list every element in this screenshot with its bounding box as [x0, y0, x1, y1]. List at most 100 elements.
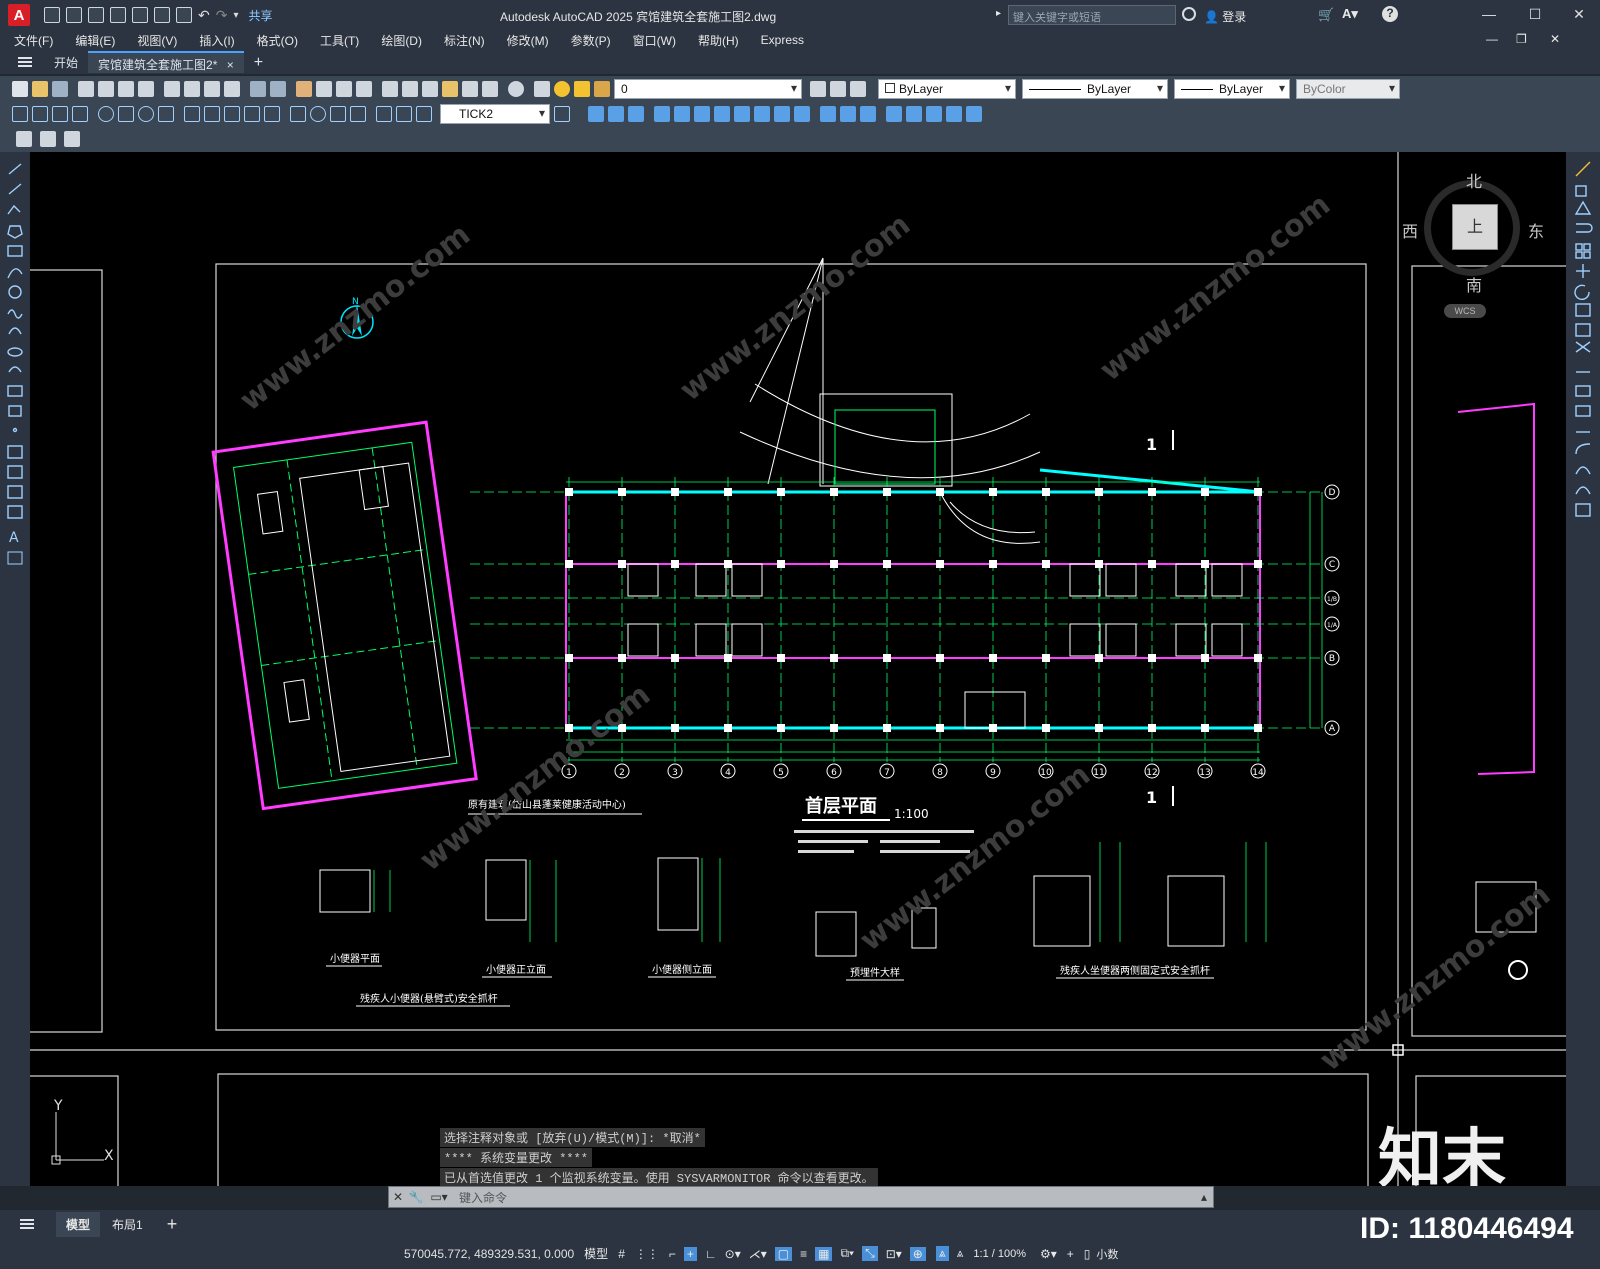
undo-icon[interactable]: ↶	[198, 7, 210, 24]
center-mark-icon[interactable]	[310, 106, 326, 122]
share-button[interactable]: 共享	[249, 7, 273, 24]
viewcube[interactable]: 上 北 南 西 东 WCS	[1400, 162, 1544, 318]
layer-properties-icon[interactable]	[534, 81, 550, 97]
tab-model[interactable]: 模型	[56, 1211, 101, 1237]
sheet-set-icon[interactable]	[442, 81, 458, 97]
draw-tool-icons[interactable]: A	[0, 152, 30, 592]
add-layout-button[interactable]: +	[155, 1210, 190, 1239]
model-space-button[interactable]: 模型	[584, 1245, 608, 1262]
blend-icon[interactable]	[906, 106, 922, 122]
linear-dim-icon[interactable]	[12, 106, 28, 122]
customize-qa-icon[interactable]: ▾	[233, 10, 238, 21]
units-dropdown[interactable]: 小数	[1096, 1246, 1118, 1262]
login-button[interactable]: 👤 登录	[1204, 8, 1246, 25]
wcs-menu-button[interactable]: WCS	[1444, 304, 1486, 318]
ucs-dynamic-icon[interactable]: ⊡▾	[886, 1247, 902, 1261]
new-file-icon[interactable]	[44, 7, 60, 23]
dim-space-icon[interactable]	[244, 106, 260, 122]
annotation-monitor-icon[interactable]: +	[1067, 1247, 1074, 1261]
edit-polyline-icon[interactable]	[966, 106, 982, 122]
ordinate-dim-icon[interactable]	[72, 106, 88, 122]
layer-on-icon[interactable]	[554, 81, 570, 97]
lineweight-toggle-icon[interactable]: ≡	[800, 1247, 807, 1261]
zoom-previous-icon[interactable]	[356, 81, 372, 97]
aligned-dim-icon[interactable]	[32, 106, 48, 122]
units-icon[interactable]: ▯	[1084, 1247, 1091, 1261]
save-icon[interactable]	[88, 7, 104, 23]
new-tab-button[interactable]: +	[244, 51, 273, 73]
preview-icon[interactable]	[98, 81, 114, 97]
tab-start[interactable]: 开始	[44, 51, 88, 73]
workspace-gear-icon[interactable]: ⚙▾	[1040, 1247, 1057, 1261]
join-icon[interactable]	[840, 106, 856, 122]
new-icon[interactable]	[12, 81, 28, 97]
array-icon[interactable]	[674, 106, 690, 122]
dim-style-manager-icon[interactable]	[554, 106, 570, 122]
move-icon[interactable]	[694, 106, 710, 122]
annotation-scale-dropdown[interactable]: 1:1 / 100%	[973, 1248, 1026, 1260]
tab-document[interactable]: 宾馆建筑全套施工图2* ×	[88, 51, 244, 73]
menu-draw[interactable]: 绘图(D)	[381, 32, 422, 49]
match-prop-icon[interactable]	[224, 81, 240, 97]
search-icon[interactable]	[1182, 7, 1196, 21]
open-file-icon[interactable]	[66, 7, 82, 23]
menu-view[interactable]: 视图(V)	[137, 32, 177, 49]
autodesk-account-icon[interactable]: A▾	[1342, 6, 1358, 22]
mirror-icon[interactable]	[628, 106, 644, 122]
command-expand-icon[interactable]: ▴	[1195, 1190, 1213, 1204]
help-icon-2[interactable]	[508, 81, 524, 97]
scale-icon[interactable]	[734, 106, 750, 122]
make-current-layer-icon[interactable]	[810, 81, 826, 97]
calculator-icon[interactable]	[482, 81, 498, 97]
grid-icon[interactable]: #	[618, 1247, 625, 1261]
arc-length-icon[interactable]	[52, 106, 68, 122]
viewcube-face-top[interactable]: 上	[1452, 204, 1498, 250]
extend-icon[interactable]	[794, 106, 810, 122]
dim-break-icon[interactable]	[264, 106, 280, 122]
menu-express[interactable]: Express	[761, 33, 804, 47]
rotate-icon[interactable]	[714, 106, 730, 122]
zoom-realtime-icon[interactable]	[316, 81, 332, 97]
layer-freeze-icon[interactable]	[574, 81, 590, 97]
search-expand-icon[interactable]: ▸	[996, 8, 1001, 19]
color-dropdown[interactable]: ByLayer	[878, 79, 1016, 99]
dim-style-dropdown[interactable]: TICK2	[440, 104, 550, 124]
menu-modify[interactable]: 修改(M)	[507, 32, 549, 49]
redo-icon[interactable]: ↷	[216, 7, 228, 24]
ortho-icon[interactable]: ∟	[705, 1247, 717, 1261]
continue-dim-icon[interactable]	[224, 106, 240, 122]
tab-close-icon[interactable]: ×	[227, 58, 234, 72]
menu-file[interactable]: 文件(F)	[14, 32, 53, 49]
baseline-dim-icon[interactable]	[204, 106, 220, 122]
paste-icon[interactable]	[204, 81, 220, 97]
explode-icon[interactable]	[926, 106, 942, 122]
layer-dropdown[interactable]: 0	[614, 79, 802, 99]
layout-icon[interactable]	[16, 131, 32, 147]
lengthen-icon[interactable]	[946, 106, 962, 122]
dim-update-icon[interactable]	[416, 106, 432, 122]
drawing-canvas[interactable]: N 1 2 3 4 5 6 7 8 9 10 11 12 13 14 D C 1…	[30, 152, 1566, 1186]
command-customize-icon[interactable]: 🔧	[407, 1190, 425, 1204]
command-input[interactable]: 键入命令	[453, 1189, 1195, 1206]
zoom-window-icon[interactable]	[336, 81, 352, 97]
open-web-icon[interactable]	[132, 7, 148, 23]
dim-edit-icon[interactable]	[376, 106, 392, 122]
isodraft-icon[interactable]: ⋌▾	[749, 1247, 767, 1261]
layout-menu-icon[interactable]	[20, 1219, 34, 1229]
inspect-icon[interactable]	[330, 106, 346, 122]
transparency-icon[interactable]: ▦	[815, 1246, 833, 1261]
plotstyle-dropdown[interactable]: ByColor	[1296, 79, 1400, 99]
attribute-edit-icon[interactable]	[40, 131, 56, 147]
redo-icon-2[interactable]	[270, 81, 286, 97]
dwf-icon[interactable]	[138, 81, 154, 97]
infer-constraints-icon[interactable]: ⌐	[669, 1247, 676, 1261]
undo-icon-2[interactable]	[250, 81, 266, 97]
radius-dim-icon[interactable]	[98, 106, 114, 122]
dynamic-input-icon[interactable]: +	[683, 1246, 697, 1261]
coordinates-readout[interactable]: 570045.772, 489329.531, 0.000	[404, 1247, 574, 1261]
layer-previous-icon[interactable]	[830, 81, 846, 97]
plot-icon[interactable]	[176, 7, 192, 23]
pan-icon[interactable]	[296, 81, 312, 97]
modify-tool-icons[interactable]	[1566, 152, 1600, 532]
offset-icon[interactable]	[654, 106, 670, 122]
